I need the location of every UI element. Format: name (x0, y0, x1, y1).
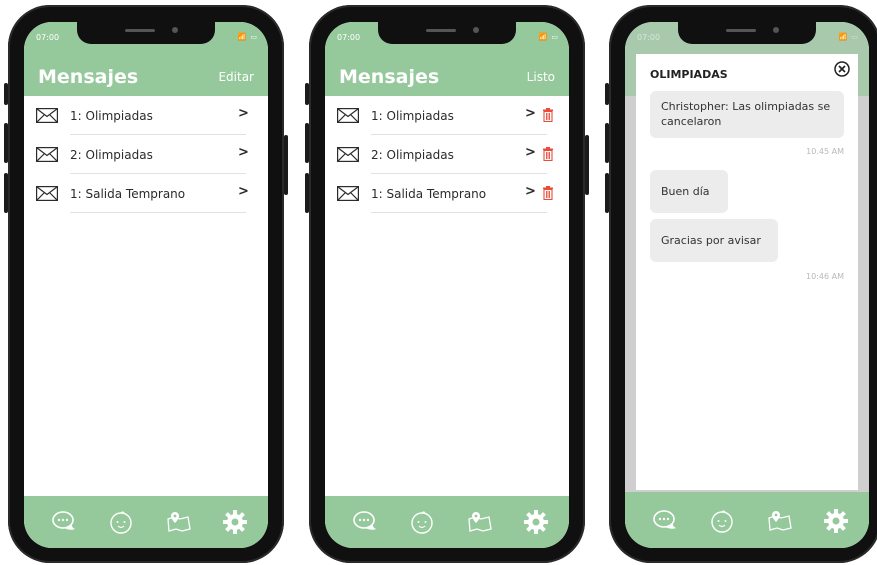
list-item[interactable]: 2: Olimpiadas > (325, 135, 569, 174)
notch (378, 22, 516, 44)
status-time: 07:00 (637, 33, 661, 42)
trash-icon[interactable] (543, 108, 553, 122)
list-item-label: 1: Salida Temprano (371, 187, 487, 201)
side-button (4, 83, 8, 105)
chat-icon[interactable] (652, 508, 678, 534)
baby-face-icon[interactable] (409, 509, 435, 535)
baby-face-icon[interactable] (108, 509, 134, 535)
tab-bar (325, 496, 569, 548)
side-button (4, 173, 8, 213)
map-pin-icon[interactable] (166, 509, 192, 535)
side-button (585, 135, 589, 195)
side-button (605, 173, 609, 213)
chevron-right-icon: > (525, 106, 536, 121)
trash-icon[interactable] (543, 186, 553, 200)
modal-title: OLIMPIADAS (650, 68, 728, 81)
divider (70, 212, 246, 213)
edit-button[interactable]: Editar (218, 70, 254, 84)
mail-icon (337, 108, 359, 123)
tab-bar (625, 492, 869, 548)
message-time: 10:46 AM (806, 272, 844, 281)
list-item[interactable]: 1: Salida Temprano > (24, 174, 268, 213)
message-time: 10.45 AM (806, 147, 844, 156)
status-time: 07:00 (36, 33, 60, 42)
trash-icon[interactable] (543, 147, 553, 161)
divider (371, 212, 547, 213)
message-list: 1: Olimpiadas > 2: Olimpiadas > 1: Salid… (24, 96, 268, 213)
side-button (305, 173, 309, 213)
mail-icon (337, 147, 359, 162)
tab-bar (24, 496, 268, 548)
list-item[interactable]: 2: Olimpiadas > (24, 135, 268, 174)
status-time: 07:00 (337, 33, 361, 42)
page-title: Mensajes (339, 66, 440, 88)
phone-1: 07:00 📶 ▭ Mensajes Editar 1: Olimpiadas … (4, 5, 288, 563)
chevron-right-icon: > (525, 184, 536, 199)
side-button (284, 135, 288, 195)
message-bubble: Buen día (650, 170, 728, 213)
chevron-right-icon: > (238, 145, 249, 160)
gear-icon[interactable] (523, 509, 549, 535)
phone-2: 07:00 📶 ▭ Mensajes Listo 1: Olimpiadas >… (305, 5, 589, 563)
list-item[interactable]: 1: Salida Temprano > (325, 174, 569, 213)
side-button (4, 123, 8, 163)
header: 07:00 📶 ▭ Mensajes Editar (24, 22, 268, 96)
status-icons: 📶 ▭ (538, 33, 559, 41)
screen: 07:00 📶 ▭ OLIMPIADAS Christopher: Las ol… (625, 22, 869, 548)
chevron-right-icon: > (238, 184, 249, 199)
list-item-label: 2: Olimpiadas (371, 148, 454, 162)
side-button (605, 123, 609, 163)
chevron-right-icon: > (238, 106, 249, 121)
close-icon[interactable] (834, 61, 850, 77)
message-list: 1: Olimpiadas > 2: Olimpiadas > 1: Salid… (325, 96, 569, 213)
status-icons: 📶 ▭ (237, 33, 258, 41)
list-item-label: 1: Olimpiadas (371, 109, 454, 123)
baby-face-icon[interactable] (709, 508, 735, 534)
screen: 07:00 📶 ▭ Mensajes Listo 1: Olimpiadas >… (325, 22, 569, 548)
notch (77, 22, 215, 44)
message-bubble: Christopher: Las olimpiadas se cancelaro… (650, 91, 844, 138)
screen: 07:00 📶 ▭ Mensajes Editar 1: Olimpiadas … (24, 22, 268, 548)
list-item-label: 2: Olimpiadas (70, 148, 153, 162)
list-item[interactable]: 1: Olimpiadas > (325, 96, 569, 135)
map-pin-icon[interactable] (467, 509, 493, 535)
list-item[interactable]: 1: Olimpiadas > (24, 96, 268, 135)
chevron-right-icon: > (525, 145, 536, 160)
map-pin-icon[interactable] (767, 508, 793, 534)
list-item-label: 1: Olimpiadas (70, 109, 153, 123)
gear-icon[interactable] (222, 509, 248, 535)
gear-icon[interactable] (823, 508, 849, 534)
chat-icon[interactable] (51, 509, 77, 535)
status-icons: 📶 ▭ (838, 33, 859, 41)
done-button[interactable]: Listo (527, 70, 555, 84)
message-bubble: Gracias por avisar (650, 219, 778, 262)
chat-modal: OLIMPIADAS Christopher: Las olimpiadas s… (636, 54, 858, 490)
mail-icon (337, 186, 359, 201)
side-button (305, 83, 309, 105)
page-title: Mensajes (38, 66, 139, 88)
phone-3: 07:00 📶 ▭ OLIMPIADAS Christopher: Las ol… (605, 5, 877, 563)
chat-icon[interactable] (352, 509, 378, 535)
list-item-label: 1: Salida Temprano (70, 187, 186, 201)
side-button (605, 83, 609, 105)
side-button (305, 123, 309, 163)
mail-icon (36, 186, 58, 201)
mail-icon (36, 108, 58, 123)
header: 07:00 📶 ▭ Mensajes Listo (325, 22, 569, 96)
notch (678, 22, 816, 44)
mail-icon (36, 147, 58, 162)
